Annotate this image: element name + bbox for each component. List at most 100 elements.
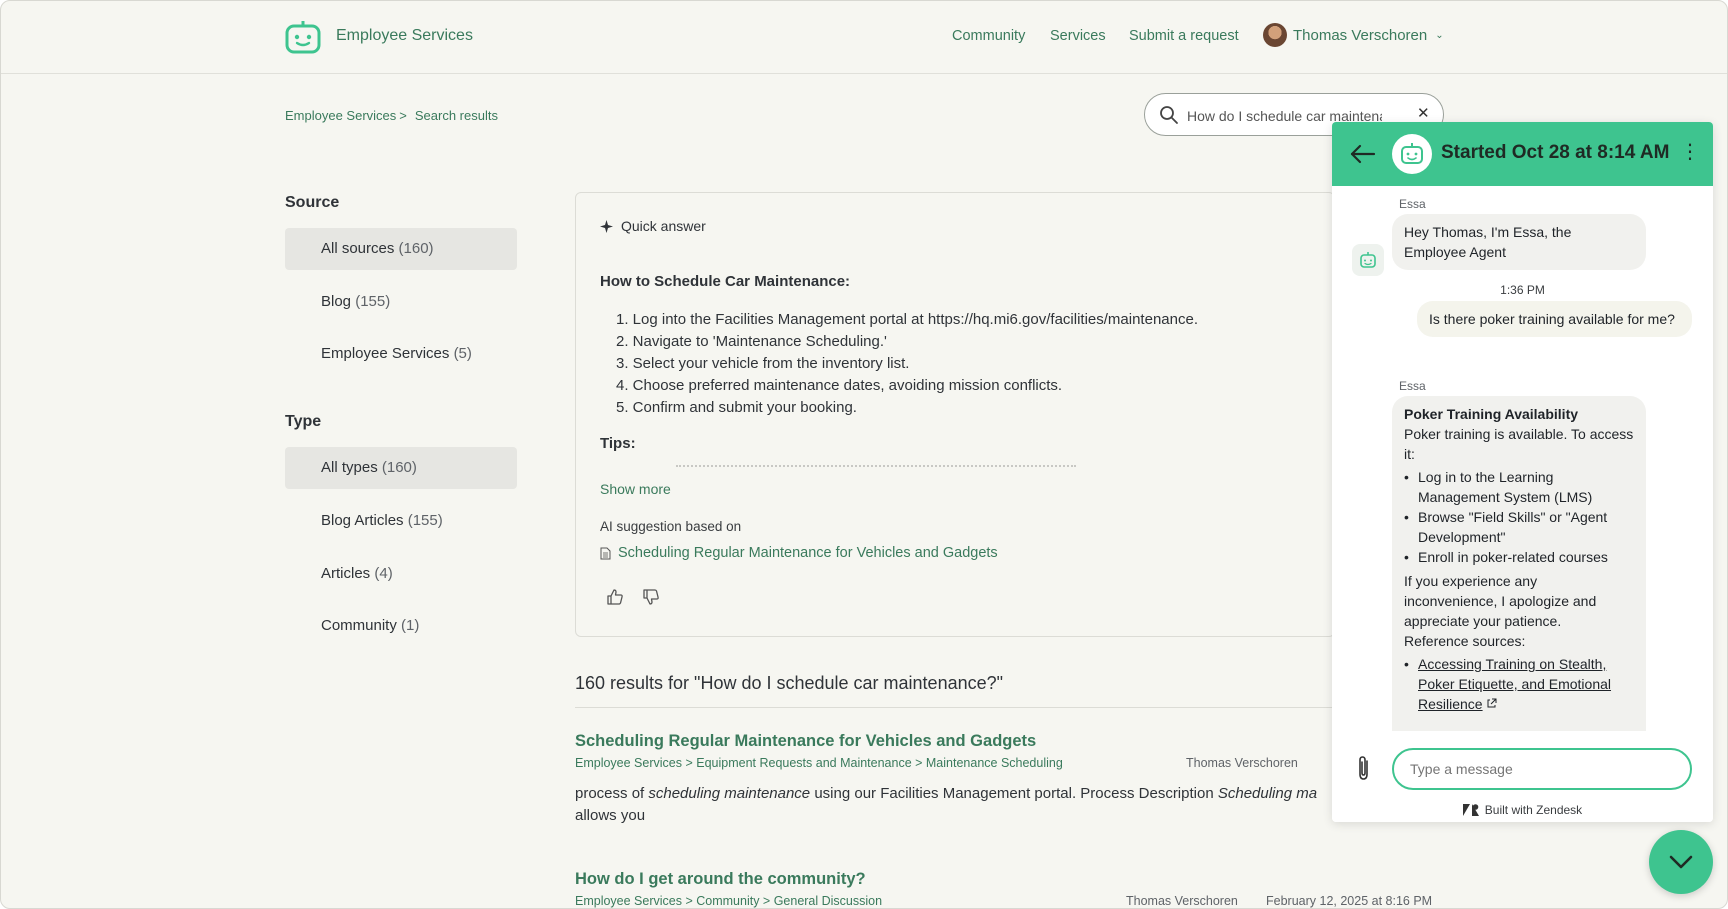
breadcrumb-current[interactable]: Search results bbox=[415, 108, 498, 123]
chat-header: Started Oct 28 at 8:14 AM ⋮ bbox=[1332, 122, 1713, 186]
reply-ref-label: Reference sources: bbox=[1404, 633, 1526, 649]
result-snippet: process of scheduling maintenance using … bbox=[575, 783, 1335, 827]
nav-services[interactable]: Services bbox=[1050, 28, 1106, 44]
sparkle-icon bbox=[600, 219, 613, 233]
quick-answer-label: Quick answer bbox=[621, 218, 706, 234]
brand-name[interactable]: Employee Services bbox=[336, 27, 473, 45]
bot-icon bbox=[1360, 252, 1376, 268]
chat-composer: Built with Zendesk bbox=[1332, 731, 1713, 822]
snippet-text: using our Facilities Management portal. … bbox=[810, 785, 1218, 802]
nav-submit-request[interactable]: Submit a request bbox=[1129, 28, 1239, 44]
filter-count: (5) bbox=[453, 345, 472, 362]
page: Employee Services Community Services Sub… bbox=[0, 0, 1728, 909]
message-sender: Essa bbox=[1399, 379, 1426, 393]
divider bbox=[575, 707, 1335, 708]
snippet-text: allows you bbox=[575, 807, 646, 824]
chevron-down-icon: ⌄ bbox=[1435, 29, 1444, 41]
filter-label: All types bbox=[321, 459, 378, 476]
thumbs-up-icon[interactable] bbox=[606, 588, 624, 606]
show-more-link[interactable]: Show more bbox=[600, 481, 671, 497]
bot-icon bbox=[1401, 143, 1423, 164]
document-icon bbox=[600, 547, 611, 559]
ai-suggestion-label: AI suggestion based on bbox=[600, 519, 742, 534]
filter-label: Community bbox=[321, 617, 397, 634]
reply-title: Poker Training Availability bbox=[1404, 406, 1579, 422]
user-menu[interactable]: Thomas Verschoren ⌄ bbox=[1263, 23, 1444, 47]
filter-all-sources[interactable]: All sources (160) bbox=[285, 228, 517, 270]
bot-logo-icon[interactable] bbox=[284, 19, 322, 55]
step-item: 5. Confirm and submit your booking. bbox=[616, 399, 857, 416]
filter-blog-articles[interactable]: Blog Articles (155) bbox=[285, 500, 517, 542]
filter-label: Employee Services bbox=[321, 345, 450, 362]
step-item: 4. Choose preferred maintenance dates, a… bbox=[616, 377, 1063, 394]
quick-answer-header: Quick answer bbox=[600, 218, 706, 234]
reply-bullet: Browse "Field Skills" or "Agent Developm… bbox=[1404, 507, 1634, 547]
avatar bbox=[1263, 23, 1287, 47]
bot-avatar bbox=[1392, 134, 1432, 174]
result-author: Thomas Verschoren bbox=[1186, 756, 1298, 770]
site-header: Employee Services Community Services Sub… bbox=[1, 1, 1727, 74]
quick-answer-title: How to Schedule Car Maintenance: bbox=[600, 273, 851, 290]
quick-answer-steps: 1. Log into the Facilities Management po… bbox=[600, 309, 1198, 419]
ai-source-link[interactable]: Scheduling Regular Maintenance for Vehic… bbox=[600, 545, 998, 561]
user-name: Thomas Verschoren bbox=[1293, 26, 1428, 44]
filter-count: (155) bbox=[355, 293, 391, 310]
filter-count: (1) bbox=[401, 617, 420, 634]
snippet-highlight: scheduling maintenance bbox=[648, 785, 811, 802]
reply-intro: Poker training is available. To access i… bbox=[1404, 426, 1634, 462]
thumbs-down-icon[interactable] bbox=[642, 588, 660, 606]
step-item: 2. Navigate to 'Maintenance Scheduling.' bbox=[616, 333, 887, 350]
ai-source-title: Scheduling Regular Maintenance for Vehic… bbox=[618, 545, 998, 561]
filter-count: (160) bbox=[398, 240, 434, 257]
results-heading: 160 results for "How do I schedule car m… bbox=[575, 673, 1004, 693]
filter-articles[interactable]: Articles (4) bbox=[285, 553, 517, 595]
filter-count: (160) bbox=[381, 459, 417, 476]
reference-link[interactable]: Accessing Training on Stealth, Poker Eti… bbox=[1418, 656, 1611, 712]
step-item: 3. Select your vehicle from the inventor… bbox=[616, 355, 910, 372]
chat-messages[interactable]: Essa Hey Thomas, I'm Essa, the Employee … bbox=[1332, 186, 1713, 731]
filter-label: All sources bbox=[321, 240, 395, 257]
type-filter-title: Type bbox=[285, 413, 322, 430]
filter-count: (4) bbox=[374, 565, 393, 582]
quick-answer-card: Quick answer How to Schedule Car Mainten… bbox=[575, 192, 1335, 637]
faded-text bbox=[676, 465, 1076, 471]
result-title[interactable]: Scheduling Regular Maintenance for Vehic… bbox=[575, 732, 1036, 751]
nav-community[interactable]: Community bbox=[952, 28, 1025, 44]
filter-employee-services[interactable]: Employee Services (5) bbox=[285, 333, 517, 375]
message-input[interactable] bbox=[1392, 748, 1692, 790]
chat-toggle-button[interactable] bbox=[1649, 830, 1713, 894]
filter-all-types[interactable]: All types (160) bbox=[285, 447, 517, 489]
snippet-text: process of bbox=[575, 785, 649, 802]
back-arrow-icon[interactable] bbox=[1350, 144, 1376, 164]
filter-count: (155) bbox=[407, 512, 443, 529]
snippet-highlight: Scheduling ma bbox=[1217, 785, 1318, 802]
built-with-label: Built with Zendesk bbox=[1484, 803, 1583, 817]
feedback-buttons bbox=[606, 588, 660, 606]
source-filter-title: Source bbox=[285, 194, 340, 211]
filter-community[interactable]: Community (1) bbox=[285, 605, 517, 647]
more-options-icon[interactable]: ⋮ bbox=[1680, 142, 1700, 162]
chat-widget: Started Oct 28 at 8:14 AM ⋮ Essa Hey Tho… bbox=[1332, 122, 1713, 822]
filter-label: Blog bbox=[321, 293, 352, 310]
result-path[interactable]: Employee Services > Equipment Requests a… bbox=[575, 756, 1063, 770]
breadcrumb-home[interactable]: Employee Services bbox=[285, 108, 396, 123]
result-title[interactable]: How do I get around the community? bbox=[575, 870, 866, 889]
bot-avatar-small bbox=[1352, 244, 1384, 276]
breadcrumb: Employee Services > Search results bbox=[285, 108, 498, 123]
quick-answer-tips: Tips: bbox=[600, 435, 636, 452]
result-author: Thomas Verschoren bbox=[1126, 894, 1238, 908]
reply-ref-list: Accessing Training on Stealth, Poker Eti… bbox=[1404, 654, 1634, 714]
attachment-icon[interactable] bbox=[1354, 754, 1374, 782]
result-date: February 12, 2025 at 8:16 PM bbox=[1266, 894, 1433, 908]
search-icon bbox=[1160, 106, 1178, 124]
result-path[interactable]: Employee Services > Community > General … bbox=[575, 894, 882, 908]
clear-search-icon[interactable]: ✕ bbox=[1417, 104, 1430, 122]
built-with-zendesk[interactable]: Built with Zendesk bbox=[1332, 803, 1713, 817]
filter-label: Articles bbox=[321, 565, 371, 582]
step-item: 1. Log into the Facilities Management po… bbox=[616, 311, 1198, 328]
user-message: Is there poker training available for me… bbox=[1417, 301, 1692, 337]
filter-blog[interactable]: Blog (155) bbox=[285, 281, 517, 323]
bot-message: Poker Training Availability Poker traini… bbox=[1392, 396, 1646, 731]
message-sender: Essa bbox=[1399, 197, 1426, 211]
reply-ref-item: Accessing Training on Stealth, Poker Eti… bbox=[1404, 654, 1634, 714]
